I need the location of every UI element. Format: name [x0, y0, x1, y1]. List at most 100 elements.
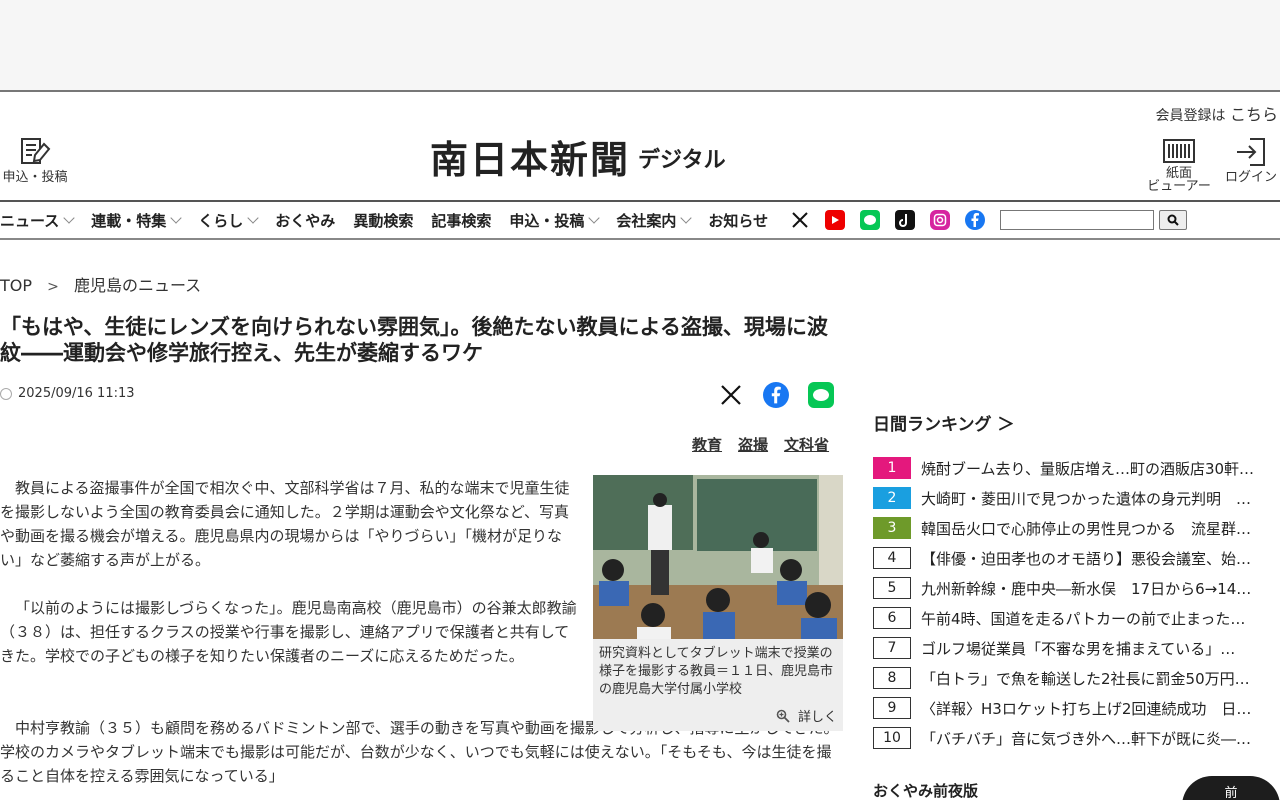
ranking-panel: 日間ランキング ＞ 1 焼酎ブーム去り、量販店増え…町の酒販店30軒… 2 大崎町・菱…: [873, 410, 1280, 753]
ranking-number: 6: [873, 607, 911, 629]
tag-voyeurism[interactable]: 盗撮: [738, 434, 768, 455]
site-logo[interactable]: 南日本新聞 デジタル: [430, 138, 726, 182]
article-paragraph: 「以前のようには撮影しづらくなった」。鹿児島南高校（鹿児島市）の谷兼太郎教諭（３…: [0, 599, 577, 665]
article-paragraph: 教員による盗撮事件が全国で相次ぐ中、文部科学省は７月、私的な端末で児童生徒を撮影…: [0, 479, 570, 569]
ranking-item[interactable]: 8 「白トラ」で魚を輸送した2社長に罰金50万円…: [873, 663, 1280, 693]
article-photo: [593, 475, 843, 639]
apply-label: 申込・投稿: [2, 170, 68, 185]
line-icon[interactable]: [860, 210, 881, 230]
member-registration: 会員登録は こちら: [1156, 101, 1278, 125]
member-link[interactable]: こちら: [1230, 105, 1278, 124]
viewer-label-2: ビューアー: [1147, 179, 1211, 194]
ranking-text: 九州新幹線・鹿中央―新水俣 17日から6→14…: [921, 579, 1252, 598]
share-buttons: [718, 382, 853, 408]
nav-label: ニュース: [0, 211, 60, 230]
ranking-text: 「バチバチ」音に気づき外へ…軒下が既に炎―…: [921, 729, 1252, 748]
ranking-item[interactable]: 2 大崎町・菱田川で見つかった遺体の身元判明 …: [873, 483, 1280, 513]
ranking-item[interactable]: 6 午前4時、国道を走るパトカーの前で止まった…: [873, 603, 1280, 633]
ranking-item[interactable]: 9 〈詳報〉H3ロケット打ち上げ2回連続成功 日…: [873, 693, 1280, 723]
login-button[interactable]: ログイン: [1222, 136, 1280, 184]
instagram-icon[interactable]: [930, 210, 951, 230]
facebook-icon[interactable]: [965, 210, 986, 230]
photo-caption: 研究資料としてタブレット端末で授業の様子を撮影する教員＝１１日、鹿児島市の鹿児島…: [599, 646, 834, 697]
okuyami-badge: 前: [1224, 786, 1238, 800]
x-icon[interactable]: [790, 210, 810, 230]
ranking-item[interactable]: 3 韓国岳火口で心肺停止の男性見つかる 流星群…: [873, 513, 1280, 543]
ranking-item[interactable]: 4 【俳優・迫田孝也のオモ語り】悪役会議室、始…: [873, 543, 1280, 573]
ranking-number: 7: [873, 637, 911, 659]
share-line-icon[interactable]: [808, 382, 834, 408]
breadcrumb-current[interactable]: 鹿児島のニュース: [74, 276, 201, 295]
ranking-number: 5: [873, 577, 911, 599]
search-icon: [1167, 214, 1179, 226]
apply-button[interactable]: 申込・投稿: [0, 136, 70, 184]
ranking-item[interactable]: 7 ゴルフ場従業員「不審な男を捕まえている」…: [873, 633, 1280, 663]
ranking-item[interactable]: 10 「バチバチ」音に気づき外へ…軒下が既に炎―…: [873, 723, 1280, 753]
search-input[interactable]: [1000, 210, 1155, 230]
okuyami-banner[interactable]: 前: [1182, 776, 1280, 800]
nav-label: 異動検索: [353, 211, 414, 230]
ranking-item[interactable]: 1 焼酎ブーム去り、量販店増え…町の酒販店30軒…: [873, 453, 1280, 483]
nav-series[interactable]: 連載・特集: [91, 210, 182, 231]
nav-label: 会社案内: [616, 211, 677, 230]
ranking-text: 【俳優・迫田孝也のオモ語り】悪役会議室、始…: [921, 549, 1252, 568]
ranking-number: 4: [873, 547, 911, 569]
ranking-text: 焼酎ブーム去り、量販店増え…町の酒販店30軒…: [921, 459, 1255, 478]
ranking-text: 「白トラ」で魚を輸送した2社長に罰金50万円…: [921, 669, 1250, 688]
share-facebook-icon[interactable]: [763, 382, 789, 408]
nav-label: おくやみ: [275, 211, 336, 230]
sns-links: [790, 210, 1000, 230]
ranking-number: 9: [873, 697, 911, 719]
article-tags: 教育 盗撮 文科省: [692, 434, 845, 455]
photo-detail-link[interactable]: 詳しく: [776, 706, 837, 725]
chevron-down-icon: [63, 212, 75, 224]
ranking-text: ゴルフ場従業員「不審な男を捕まえている」…: [921, 639, 1236, 658]
main-nav: ニュース 連載・特集 くらし おくやみ 異動検索 記事検索 申込・投稿 会社案内…: [0, 200, 1280, 240]
nav-okuyami[interactable]: おくやみ: [275, 210, 335, 231]
nav-article-search[interactable]: 記事検索: [431, 210, 491, 231]
ranking-number: 3: [873, 517, 911, 539]
newspaper-icon: [1163, 139, 1195, 163]
article-figure[interactable]: 研究資料としてタブレット端末で授業の様子を撮影する教員＝１１日、鹿児島市の鹿児島…: [593, 475, 843, 731]
ranking-item[interactable]: 5 九州新幹線・鹿中央―新水俣 17日から6→14…: [873, 573, 1280, 603]
ranking-number: 1: [873, 457, 911, 479]
chevron-down-icon: [247, 212, 259, 224]
breadcrumb-top[interactable]: TOP: [0, 276, 32, 295]
article-body: 教員による盗撮事件が全国で相次ぐ中、文部科学省は７月、私的な端末で児童生徒を撮影…: [0, 476, 578, 692]
breadcrumb: TOP > 鹿児島のニュース: [0, 272, 211, 296]
logo-sub: デジタル: [638, 148, 726, 173]
clock-icon: [0, 387, 12, 400]
chevron-down-icon: [588, 212, 601, 224]
nav-apply[interactable]: 申込・投稿: [509, 210, 601, 231]
nav-label: 連載・特集: [91, 211, 167, 230]
nav-label: くらし: [198, 211, 244, 230]
viewer-button[interactable]: 紙面 ビューアー: [1144, 138, 1214, 193]
nav-label: お知らせ: [708, 211, 769, 230]
apply-icon: [21, 138, 51, 164]
ad-banner: [0, 0, 1280, 92]
article-headline: 「もはや、生徒にレンズを向けられない雰囲気」。後絶たない教員による盗撮、現場に波…: [0, 315, 828, 365]
article-datetime: 2025/09/16 11:13: [0, 386, 135, 401]
ranking-text: 大崎町・菱田川で見つかった遺体の身元判明 …: [921, 489, 1252, 508]
nav-notice[interactable]: お知らせ: [708, 210, 768, 231]
ranking-title[interactable]: 日間ランキング ＞: [873, 410, 1280, 435]
ranking-text: 韓国岳火口で心肺停止の男性見つかる 流星群…: [921, 519, 1252, 538]
login-label: ログイン: [1224, 170, 1277, 185]
share-x-icon[interactable]: [718, 382, 744, 408]
youtube-icon[interactable]: [825, 210, 846, 230]
tiktok-icon[interactable]: [895, 210, 916, 230]
ranking-list: 1 焼酎ブーム去り、量販店増え…町の酒販店30軒… 2 大崎町・菱田川で見つかった遺体…: [873, 453, 1280, 753]
search-button[interactable]: [1159, 210, 1188, 230]
chevron-down-icon: [170, 212, 182, 224]
nav-life[interactable]: くらし: [198, 210, 259, 231]
zoom-icon: [776, 709, 790, 723]
ranking-text: 午前4時、国道を走るパトカーの前で止まった…: [921, 609, 1246, 628]
nav-label: 記事検索: [431, 211, 492, 230]
okuyami-title[interactable]: おくやみ前夜版: [873, 780, 978, 800]
nav-company[interactable]: 会社案内: [616, 210, 693, 231]
tag-education[interactable]: 教育: [692, 434, 722, 455]
tag-mext[interactable]: 文科省: [784, 434, 829, 455]
nav-personnel-search[interactable]: 異動検索: [353, 210, 413, 231]
nav-news[interactable]: ニュース: [0, 210, 75, 231]
ranking-number: 8: [873, 667, 911, 689]
